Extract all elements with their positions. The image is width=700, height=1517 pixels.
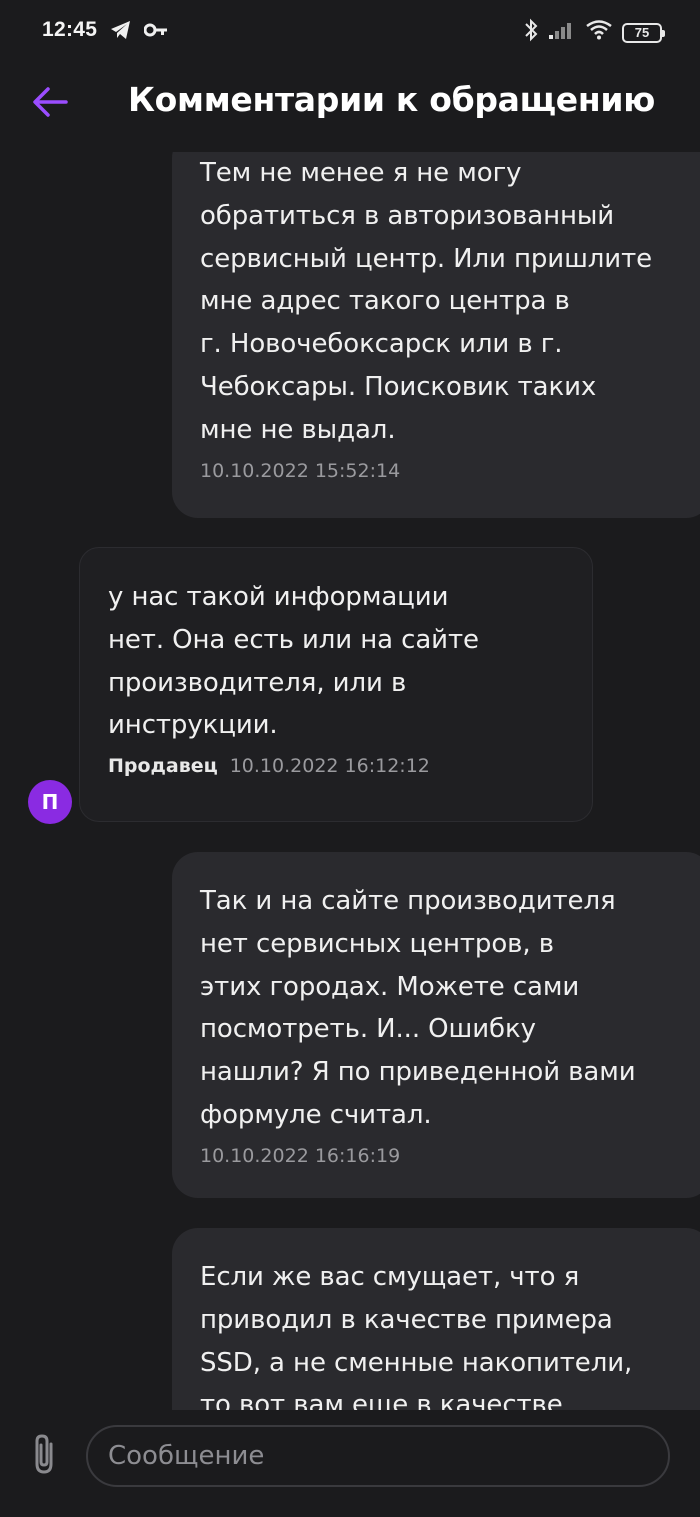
wifi-icon	[586, 20, 612, 45]
arrow-left-icon	[32, 86, 68, 123]
status-time: 12:45	[42, 18, 98, 41]
message-text: Так и на сайте производителя нет сервисн…	[200, 886, 636, 1130]
message-text: Если же вас смущает, что я приводил в ка…	[200, 1262, 633, 1410]
signal-icon	[548, 20, 576, 45]
status-left-icons	[110, 20, 168, 45]
attach-button[interactable]	[24, 1432, 64, 1480]
avatar[interactable]: П	[28, 780, 72, 824]
message-meta: 10.10.2022 16:16:19	[200, 1145, 684, 1167]
page-title: Комментарии к обращению	[128, 80, 655, 119]
header: Комментарии к обращению	[0, 64, 700, 144]
paperclip-icon	[29, 1432, 59, 1481]
message-bubble-own[interactable]: Тем не менее я не могу обратиться в авто…	[172, 152, 700, 518]
telegram-icon	[110, 20, 132, 45]
message-bubble-own[interactable]: Если же вас смущает, что я приводил в ка…	[172, 1228, 700, 1410]
message-timestamp: 10.10.2022 15:52:14	[200, 459, 401, 482]
message-bubble-own[interactable]: Так и на сайте производителя нет сервисн…	[172, 852, 700, 1198]
message-text: Тем не менее я не могу обратиться в авто…	[200, 158, 653, 445]
message-timestamp: 10.10.2022 16:16:19	[200, 1144, 401, 1167]
message-list[interactable]: Тем не менее я не могу обратиться в авто…	[0, 152, 700, 1410]
status-bar: 12:45 75	[0, 0, 700, 64]
message-bubble-incoming[interactable]: у нас такой информации нет. Она есть или…	[79, 547, 593, 822]
avatar-letter: П	[41, 790, 59, 814]
message-text: у нас такой информации нет. Она есть или…	[108, 582, 479, 741]
sender-name: Продавец	[108, 755, 218, 778]
battery-icon: 75	[622, 22, 665, 43]
message-meta: Продавец 10.10.2022 16:12:12	[108, 755, 564, 777]
message-meta: 10.10.2022 15:52:14	[200, 460, 684, 482]
bluetooth-icon	[524, 18, 538, 47]
key-icon	[143, 22, 168, 43]
message-timestamp: 10.10.2022 16:12:12	[229, 755, 430, 778]
status-right-icons: 75	[524, 18, 665, 47]
message-input[interactable]	[86, 1425, 670, 1487]
input-bar	[0, 1410, 700, 1517]
back-button[interactable]	[28, 82, 72, 126]
